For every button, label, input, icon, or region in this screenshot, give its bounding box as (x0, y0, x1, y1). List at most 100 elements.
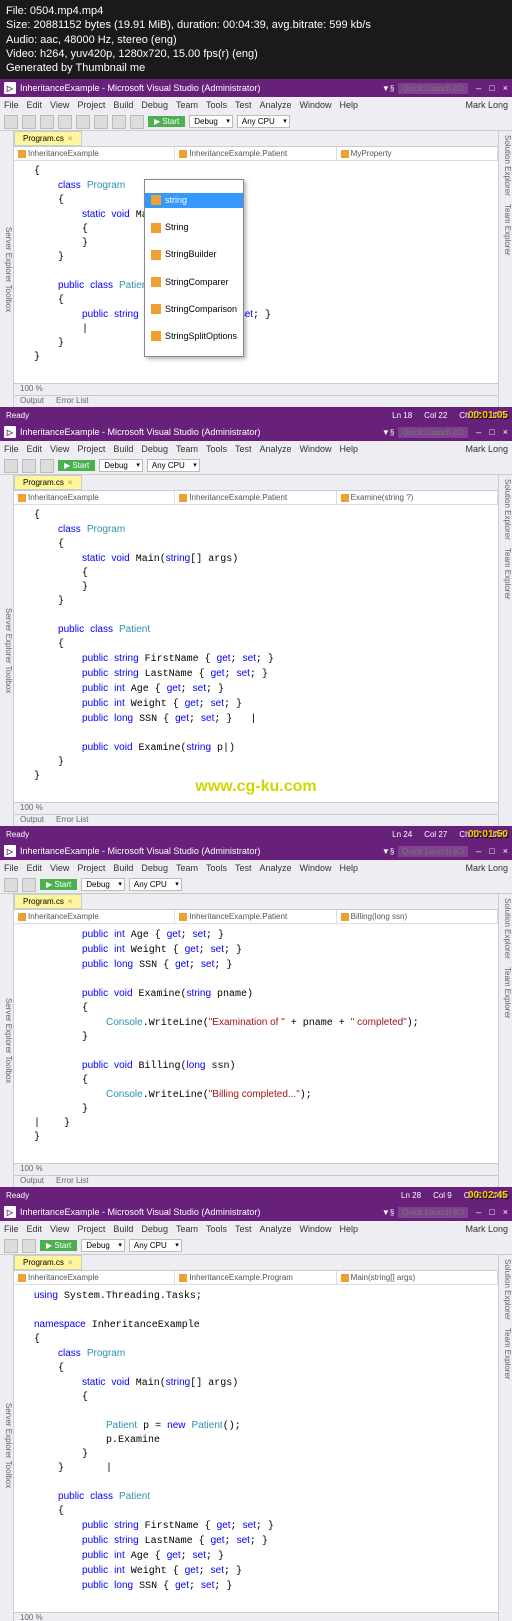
minimize-icon[interactable]: – (476, 83, 481, 93)
tab-program[interactable]: Program.cs× (14, 131, 82, 146)
menu-project[interactable]: Project (77, 444, 105, 454)
maximize-icon[interactable]: □ (489, 83, 494, 93)
menu-view[interactable]: View (50, 100, 69, 110)
menu-analyze[interactable]: Analyze (260, 100, 292, 110)
errorlist-tab[interactable]: Error List (50, 815, 94, 826)
nav-class[interactable]: InheritanceExample.Patient (175, 147, 336, 160)
tab-program[interactable]: Program.cs× (14, 894, 82, 909)
errorlist-tab[interactable]: Error List (50, 396, 94, 407)
menu-test[interactable]: Test (235, 100, 252, 110)
type-icon (151, 223, 161, 233)
close-icon[interactable]: × (503, 846, 508, 856)
start-button[interactable]: ▶ Start (58, 460, 95, 471)
output-tab[interactable]: Output (14, 815, 50, 826)
menu-project[interactable]: Project (77, 100, 105, 110)
menu-debug[interactable]: Debug (141, 100, 168, 110)
menu-build[interactable]: Build (113, 100, 133, 110)
new-button[interactable] (40, 115, 54, 129)
menu-debug[interactable]: Debug (141, 444, 168, 454)
code-editor[interactable]: { class Program { static void Main(strin… (14, 161, 498, 383)
menu-window[interactable]: Window (300, 444, 332, 454)
back-button[interactable] (4, 878, 18, 892)
minimize-icon[interactable]: – (476, 1207, 481, 1217)
maximize-icon[interactable]: □ (489, 846, 494, 856)
output-tab[interactable]: Output (14, 396, 50, 407)
quicklaunch-input[interactable] (398, 427, 468, 438)
menu-file[interactable]: File (4, 444, 19, 454)
menu-analyze[interactable]: Analyze (260, 444, 292, 454)
menu-help[interactable]: Help (340, 100, 359, 110)
close-icon[interactable]: × (503, 1207, 508, 1217)
quicklaunch: ▼§ (382, 83, 468, 94)
intellisense-item[interactable]: StringBuilder (145, 247, 243, 262)
start-button[interactable]: ▶ Start (148, 116, 185, 127)
code-editor[interactable]: public int Age { get; set; } public int … (14, 924, 498, 1163)
menu-team[interactable]: Team (176, 100, 198, 110)
menu-team[interactable]: Team (176, 444, 198, 454)
menu-view[interactable]: View (50, 444, 69, 454)
menu-help[interactable]: Help (340, 444, 359, 454)
platform-dropdown[interactable]: Any CPU (147, 459, 200, 472)
editor-status: 100 % (14, 383, 498, 395)
tab-close-icon[interactable]: × (68, 478, 73, 487)
nav-class[interactable]: InheritanceExample.Patient (175, 491, 336, 504)
back-button[interactable] (4, 115, 18, 129)
nav-project[interactable]: InheritanceExample (14, 491, 175, 504)
open-button[interactable] (58, 115, 72, 129)
solution-explorer-tab[interactable]: Solution Explorer (499, 131, 512, 200)
left-side-tabs[interactable]: Server Explorer Toolbox (0, 475, 14, 826)
save-button[interactable] (22, 1239, 36, 1253)
output-tabs: OutputError List (14, 395, 498, 407)
team-explorer-tab[interactable]: Team Explorer (499, 200, 512, 260)
nav-member[interactable]: Examine(string ?) (337, 491, 498, 504)
tab-close-icon[interactable]: × (68, 134, 73, 143)
maximize-icon[interactable]: □ (489, 427, 494, 437)
menu-build[interactable]: Build (113, 444, 133, 454)
toolbar: ▶ Start Debug Any CPU (0, 113, 512, 131)
user-name[interactable]: Mark Long (465, 444, 508, 454)
config-dropdown[interactable]: Debug (189, 115, 233, 128)
menu-edit[interactable]: Edit (27, 444, 43, 454)
menu-tools[interactable]: Tools (206, 444, 227, 454)
user-name[interactable]: Mark Long (465, 100, 508, 110)
code-editor[interactable]: { class Program { static void Main(strin… (14, 505, 498, 802)
nav-member[interactable]: MyProperty (337, 147, 498, 160)
quicklaunch-input[interactable] (398, 1207, 468, 1218)
intellisense-item[interactable]: StringSplitOptions (145, 329, 243, 344)
save-button[interactable] (22, 878, 36, 892)
save-button[interactable] (40, 459, 54, 473)
back-button[interactable] (4, 1239, 18, 1253)
close-icon[interactable]: × (503, 83, 508, 93)
intellisense-item[interactable]: StringComparison (145, 302, 243, 317)
undo-button[interactable] (112, 115, 126, 129)
tab-program[interactable]: Program.cs× (14, 1255, 82, 1270)
maximize-icon[interactable]: □ (489, 1207, 494, 1217)
menu-edit[interactable]: Edit (27, 100, 43, 110)
quicklaunch-input[interactable] (398, 846, 468, 857)
forward-button[interactable] (22, 459, 36, 473)
menu-tools[interactable]: Tools (206, 100, 227, 110)
code-editor[interactable]: using System.Threading.Tasks; namespace … (14, 1285, 498, 1612)
left-side-tabs[interactable]: Server Explorer Toolbox (0, 131, 14, 407)
tab-program[interactable]: Program.cs× (14, 475, 82, 490)
config-dropdown[interactable]: Debug (99, 459, 143, 472)
quicklaunch-input[interactable] (398, 83, 468, 94)
forward-button[interactable] (22, 115, 36, 129)
redo-button[interactable] (130, 115, 144, 129)
solution-explorer-tab[interactable]: Solution Explorer (499, 475, 512, 544)
close-icon[interactable]: × (503, 427, 508, 437)
team-explorer-tab[interactable]: Team Explorer (499, 544, 512, 604)
menu-test[interactable]: Test (235, 444, 252, 454)
intellisense-item[interactable]: String (145, 220, 243, 235)
save-all-button[interactable] (94, 115, 108, 129)
nav-project[interactable]: InheritanceExample (14, 147, 175, 160)
intellisense-item[interactable]: string (145, 193, 243, 208)
menu-window[interactable]: Window (300, 100, 332, 110)
minimize-icon[interactable]: – (476, 427, 481, 437)
menu-file[interactable]: File (4, 100, 19, 110)
save-button[interactable] (76, 115, 90, 129)
platform-dropdown[interactable]: Any CPU (237, 115, 290, 128)
intellisense-item[interactable]: StringComparer (145, 275, 243, 290)
back-button[interactable] (4, 459, 18, 473)
minimize-icon[interactable]: – (476, 846, 481, 856)
